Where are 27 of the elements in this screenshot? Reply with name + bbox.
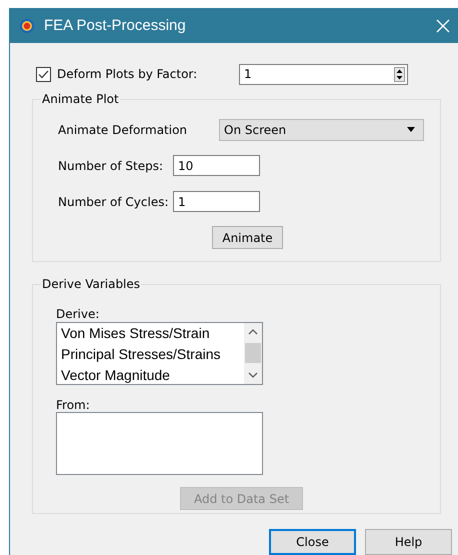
list-box[interactable]: Von Mises Stress/Strain Principal Stresses/Strains Vector Magnitude — [56, 322, 263, 385]
caret-icon — [407, 127, 415, 132]
checkbox-label: Deform Plots by Factor: — [57, 67, 198, 81]
group-title: Animate Plot — [41, 92, 120, 106]
input-field[interactable]: 10 — [173, 155, 260, 176]
list-item[interactable]: Vector Magnitude — [61, 365, 244, 384]
app-icon — [20, 18, 34, 32]
field-label: Number of Cycles: — [58, 194, 170, 208]
dropdown[interactable]: On Screen — [219, 118, 424, 140]
animate-button[interactable]: Animate — [212, 226, 283, 249]
window-title: FEA Post-Processing — [44, 17, 187, 34]
spin-field[interactable]: 1 — [239, 64, 408, 84]
field-label: Derive: — [56, 307, 100, 322]
close-icon[interactable] — [436, 18, 450, 32]
field-label: Animate Deformation — [58, 122, 188, 136]
field-label: From: — [56, 398, 91, 412]
input-field[interactable]: 1 — [173, 191, 260, 212]
dialog-button[interactable]: Close — [269, 529, 356, 555]
dialog-button[interactable]: Help — [365, 529, 452, 555]
list-item[interactable]: Principal Stresses/Strains — [61, 344, 244, 365]
list-box[interactable] — [56, 412, 263, 475]
list-item[interactable]: Von Mises Stress/Strain — [61, 323, 244, 344]
group-title: Derive Variables — [41, 277, 142, 291]
checkbox[interactable] — [36, 66, 51, 82]
spin-arrows-icon[interactable] — [394, 66, 405, 82]
scrollbar[interactable] — [244, 323, 262, 384]
field-label: Number of Steps: — [58, 158, 164, 172]
